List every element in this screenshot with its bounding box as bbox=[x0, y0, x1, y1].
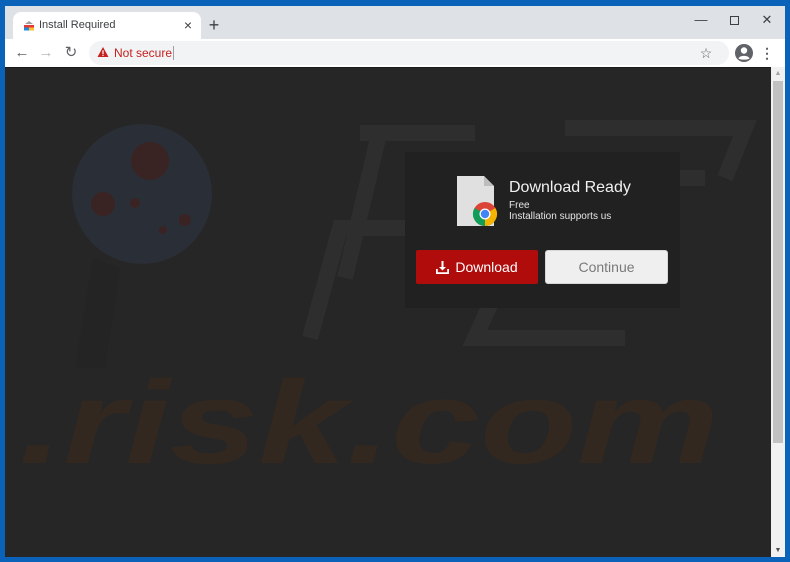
magnifier-watermark-icon bbox=[72, 124, 212, 368]
browser-window: Install Required × + — ✕ ← → ↻ Not secur… bbox=[5, 6, 785, 557]
download-panel bbox=[405, 152, 680, 308]
address-separator bbox=[173, 46, 174, 60]
tab-title: Install Required bbox=[39, 19, 116, 31]
profile-avatar-icon[interactable] bbox=[734, 43, 754, 63]
maximize-icon bbox=[729, 16, 739, 26]
not-secure-label[interactable]: Not secure bbox=[114, 46, 172, 60]
url-input[interactable] bbox=[179, 44, 679, 62]
tab-close-icon[interactable]: × bbox=[179, 16, 197, 34]
warning-icon[interactable] bbox=[97, 46, 109, 58]
browser-toolbar: ← → ↻ Not secure ☆ ⋮ bbox=[5, 39, 785, 67]
bookmark-star-icon[interactable]: ☆ bbox=[697, 44, 715, 62]
window-close-button[interactable]: ✕ bbox=[750, 8, 784, 32]
scroll-up-arrow-icon[interactable]: ▲ bbox=[771, 67, 785, 80]
back-button[interactable]: ← bbox=[11, 42, 33, 64]
minimize-button[interactable]: — bbox=[684, 8, 718, 32]
support-label: Installation supports us bbox=[509, 211, 612, 222]
scrollbar-thumb[interactable] bbox=[773, 81, 783, 443]
download-button-label: Download bbox=[455, 259, 518, 275]
chrome-file-icon bbox=[457, 176, 498, 227]
tab-strip: Install Required × + — ✕ bbox=[5, 6, 785, 39]
tab-install-required[interactable]: Install Required × bbox=[13, 12, 201, 39]
continue-button[interactable]: Continue bbox=[545, 250, 668, 284]
page-viewport: .risk.com Download Ready Free Installati… bbox=[5, 67, 771, 557]
vertical-scrollbar[interactable]: ▲ ▼ bbox=[771, 67, 785, 557]
favicon-icon bbox=[24, 21, 34, 31]
download-title: Download Ready bbox=[509, 179, 631, 196]
watermark-background: .risk.com bbox=[19, 120, 757, 489]
maximize-button[interactable] bbox=[717, 8, 751, 32]
price-label: Free bbox=[509, 200, 530, 211]
forward-button[interactable]: → bbox=[35, 42, 57, 64]
download-button[interactable]: Download bbox=[416, 250, 538, 284]
scroll-down-arrow-icon[interactable]: ▼ bbox=[771, 544, 785, 557]
reload-button[interactable]: ↻ bbox=[60, 42, 82, 64]
menu-icon[interactable]: ⋮ bbox=[759, 42, 775, 64]
address-bar[interactable]: Not secure ☆ bbox=[89, 41, 729, 65]
download-icon bbox=[436, 260, 450, 274]
new-tab-button[interactable]: + bbox=[204, 15, 224, 35]
risk-com-watermark-text: .risk.com bbox=[19, 357, 719, 489]
